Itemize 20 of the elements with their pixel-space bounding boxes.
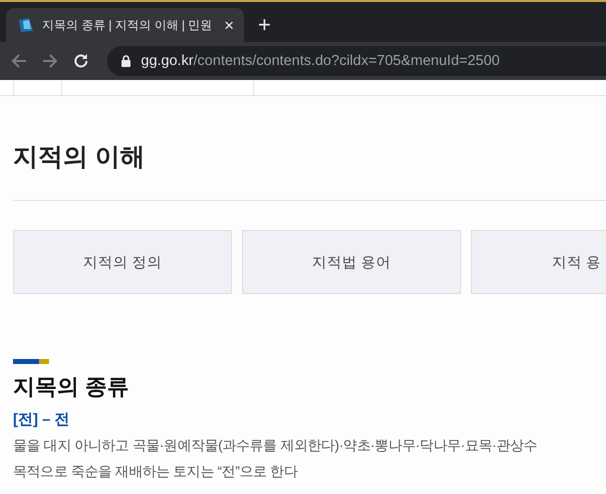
heading-accent-icon — [13, 359, 49, 364]
lock-icon — [121, 55, 131, 67]
tab-title: 지목의 종류 | 지적의 이해 | 민원 — [42, 16, 214, 34]
site-logo-icon — [18, 17, 34, 33]
reload-icon[interactable] — [72, 52, 90, 70]
back-icon[interactable] — [10, 52, 28, 70]
page-title: 지적의 이해 — [13, 142, 146, 173]
menu-button[interactable]: 지적의 정의 — [13, 230, 232, 294]
close-tab-button[interactable]: × — [224, 16, 234, 34]
paragraph-text: 목적으로 죽순을 재배하는 토지는 “전”으로 한다 — [13, 463, 299, 481]
forward-icon[interactable] — [41, 52, 59, 70]
address-bar[interactable]: gg.go.kr/contents/contents.do?cildx=705&menuId=2500 — [107, 46, 606, 76]
url-text: gg.go.kr/contents/contents.do?cildx=705&menuId=2500 — [141, 53, 500, 69]
menu-button[interactable]: 지적법 용어 — [242, 230, 461, 294]
paragraph-text: 물을 대지 아니하고 곡물·원예작물(과수류를 제외한다)·약초·뽕나무·닥나무·묘목·관상수 — [13, 437, 538, 455]
browser-tab[interactable]: 지목의 종류 | 지적의 이해 | 민원 × — [6, 8, 244, 42]
new-tab-button[interactable]: + — [258, 14, 271, 36]
term-heading: [전] – 전 — [13, 410, 71, 429]
menu-button[interactable]: 지적 용 — [471, 230, 606, 294]
section-title: 지목의 종류 — [13, 373, 130, 401]
